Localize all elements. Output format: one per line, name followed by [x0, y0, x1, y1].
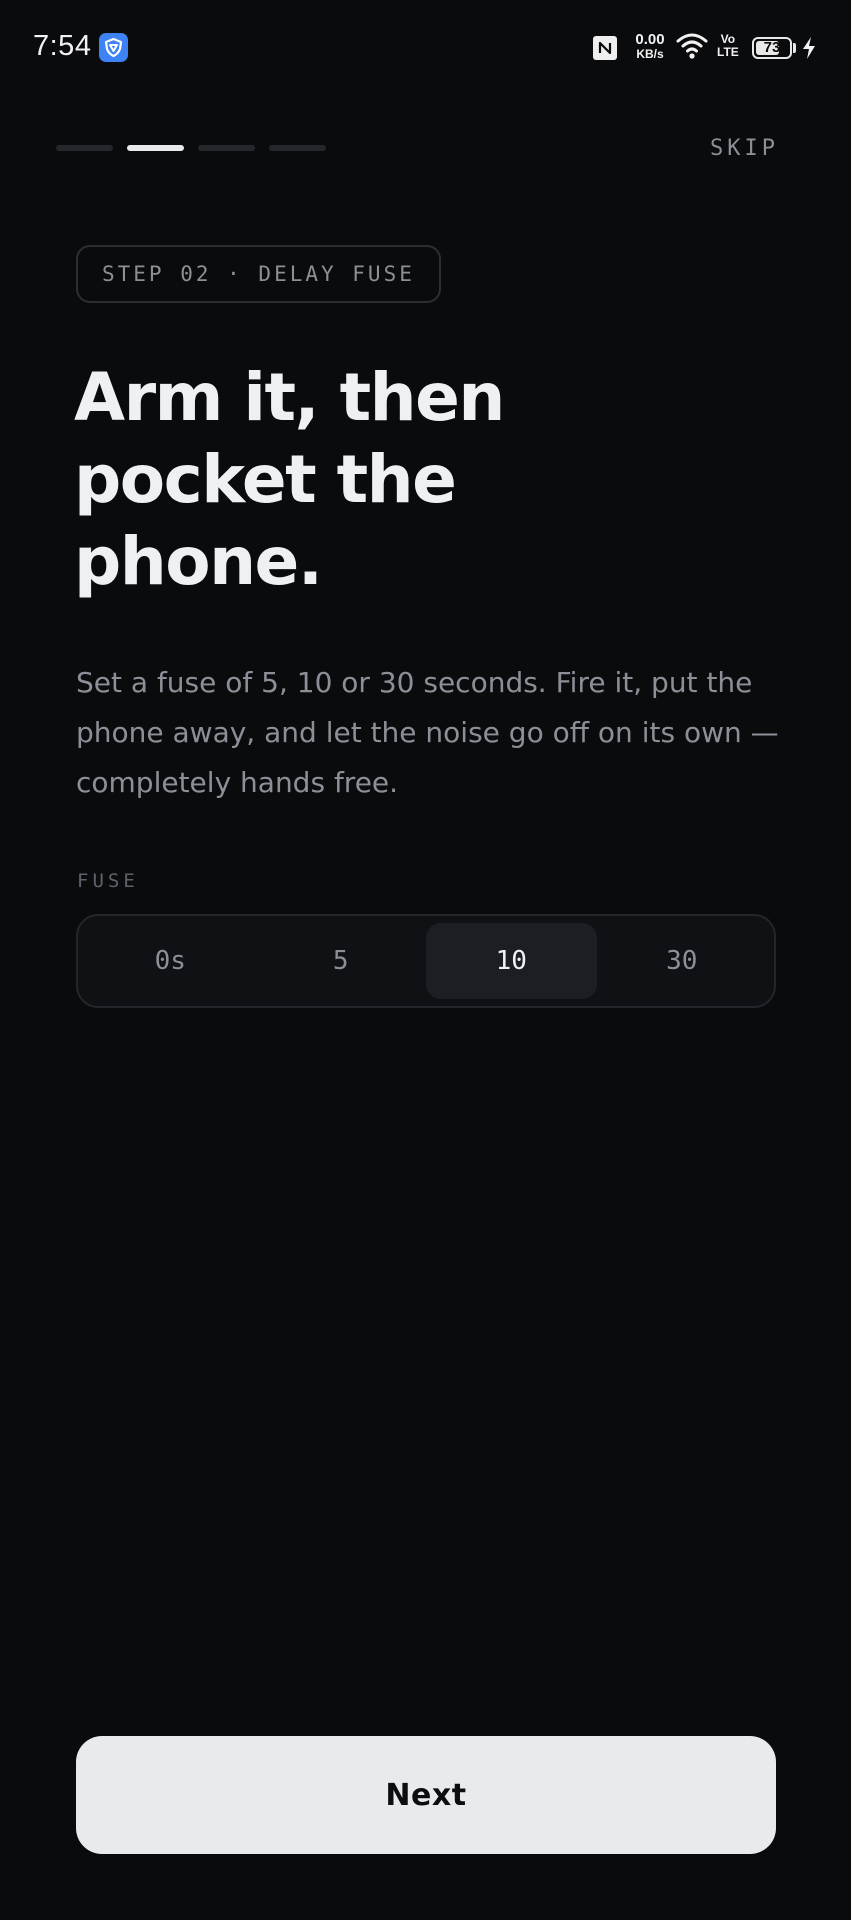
battery-level: 73: [763, 39, 781, 56]
bolt-icon: [801, 36, 817, 64]
fuse-segmented-control: 0s 5 10 30: [76, 914, 776, 1008]
network-speed: 0.00 KB/s: [630, 31, 670, 61]
step-badge: STEP 02 · DELAY FUSE: [76, 245, 441, 303]
fuse-option-10[interactable]: 10: [426, 923, 597, 999]
battery-nub: [793, 43, 796, 53]
onboarding-progress: [56, 145, 326, 151]
skip-button[interactable]: SKIP: [710, 136, 779, 161]
shield-app-icon: [99, 33, 128, 62]
description-text: Set a fuse of 5, 10 or 30 seconds. Fire …: [76, 666, 779, 799]
page-title-line: Arm it, then: [74, 359, 505, 436]
page-title-line: pocket the: [74, 441, 457, 518]
status-time: 7:54: [33, 30, 92, 62]
progress-segment: [198, 145, 255, 151]
wifi-icon: [676, 32, 708, 64]
network-speed-unit: KB/s: [636, 47, 664, 61]
network-speed-value: 0.00: [635, 31, 665, 48]
volte-bottom: LTE: [717, 45, 739, 59]
status-bar: 7:54 0.00 KB/s Vo LTE 73: [0, 0, 851, 96]
volte-indicator: Vo LTE: [717, 33, 739, 59]
fuse-option-30[interactable]: 30: [597, 923, 768, 999]
progress-segment: [269, 145, 326, 151]
progress-segment: [56, 145, 113, 151]
progress-segment: [127, 145, 184, 151]
fuse-label: FUSE: [77, 870, 139, 892]
nfc-icon: [593, 36, 617, 60]
battery-icon: 73: [752, 37, 792, 59]
page-title-line: phone.: [74, 523, 323, 600]
page-title: Arm it, then pocket the phone.: [74, 357, 694, 603]
fuse-option-5[interactable]: 5: [256, 923, 427, 999]
next-button[interactable]: Next: [76, 1736, 776, 1854]
fuse-option-0s[interactable]: 0s: [85, 923, 256, 999]
